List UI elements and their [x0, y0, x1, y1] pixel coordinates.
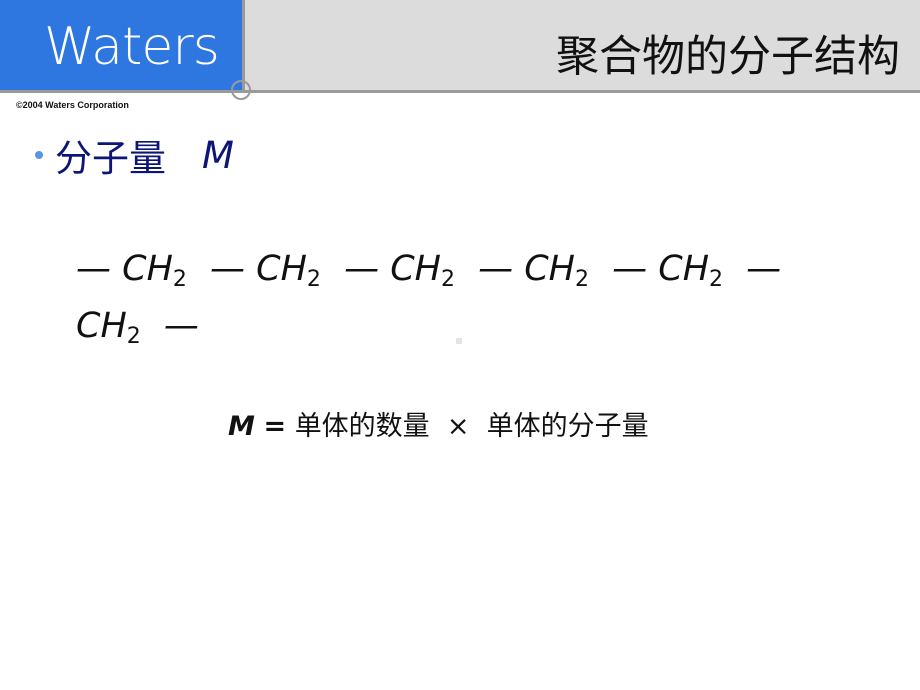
copyright-text: ©2004 Waters Corporation [16, 100, 129, 110]
formula-times: × [446, 411, 470, 442]
circle-ornament-icon [231, 80, 251, 100]
placeholder-mark [456, 338, 462, 344]
formula-lhs: M [228, 411, 255, 442]
divider-vertical [242, 0, 245, 92]
polymer-chain: — CH2 — CH2 — CH2 — CH2 — CH2 — CH2 — [76, 246, 856, 360]
chain-unit: — CH2 [344, 249, 455, 292]
bullet-item: 分子量 M [35, 128, 234, 182]
bullet-text: 分子量 [55, 137, 166, 180]
formula-equals: = [263, 411, 287, 442]
page-title: 聚合物的分子结构 [556, 32, 900, 82]
chain-unit: — CH2 [210, 249, 321, 292]
chain-unit: — CH2 [76, 249, 187, 292]
chain-unit: CH2 [76, 306, 141, 349]
chain-unit: — CH2 [478, 249, 589, 292]
waters-logo: Waters [44, 17, 220, 77]
formula: M = 单体的数量 × 单体的分子量 [228, 404, 649, 443]
formula-term2: 单体的分子量 [486, 411, 649, 442]
divider-horizontal [0, 90, 920, 93]
logo-panel: Waters [0, 0, 242, 90]
bullet-symbol: M [202, 133, 234, 177]
formula-term1: 单体的数量 [294, 411, 430, 442]
chain-unit: — CH2 [612, 249, 724, 292]
bullet-dot-icon [35, 151, 43, 159]
title-panel: 聚合物的分子结构 [242, 0, 920, 90]
chain-tail: — [746, 249, 782, 289]
chain-tail: — [163, 306, 199, 346]
